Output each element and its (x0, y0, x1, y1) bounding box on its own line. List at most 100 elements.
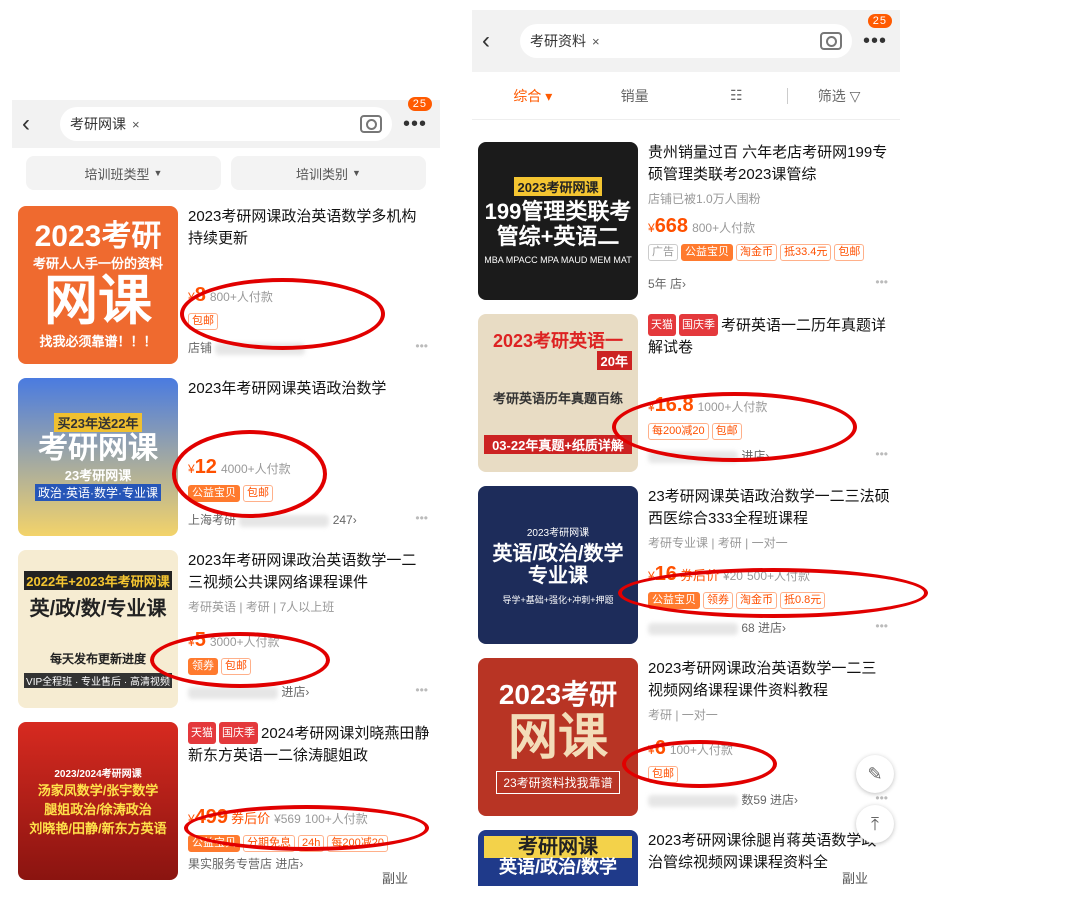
tag: 公益宝贝 (648, 592, 700, 609)
tag: 淘金币 (736, 244, 777, 261)
sort-sales[interactable]: 销量 (584, 86, 686, 106)
paid-count: 1000+人付款 (697, 400, 768, 414)
tag: 公益宝贝 (681, 244, 733, 261)
price: 8 (194, 284, 206, 306)
clear-chip-icon[interactable]: × (592, 34, 600, 49)
clear-chip-icon[interactable]: × (132, 117, 140, 132)
price: 16 (654, 563, 677, 585)
tag: 淘金币 (736, 592, 777, 609)
product-image[interactable]: 2023考研 考研人人手一份的资料 网课 找我必须靠谱！！！ (18, 206, 178, 364)
layout-toggle-icon[interactable]: ☷ (686, 87, 788, 104)
more-icon[interactable]: ••• 25 (860, 13, 892, 53)
price: 16.8 (654, 394, 694, 416)
paid-count: 800+人付款 (209, 290, 273, 304)
product-image[interactable]: 2023考研 网课 23考研资料找我靠谱 (478, 658, 638, 816)
product-title[interactable]: 2023考研网课政治英语数学多机构持续更新 (188, 206, 430, 250)
tmall-badge: 天猫 (648, 314, 676, 336)
filter-class-type[interactable]: 培训班类型 ▼ (26, 156, 221, 190)
promo-badge: 国庆季 (219, 722, 258, 744)
coupon-label: 券后价 (679, 568, 719, 583)
more-icon[interactable]: ••• 25 (400, 96, 432, 136)
search-chip[interactable]: 考研网课 (70, 114, 126, 134)
product-card[interactable]: 2023考研网课 199管理类联考 管综+英语二 MBA MPACC MPA M… (472, 134, 900, 306)
product-title[interactable]: 天猫 国庆季 2024考研网课刘晓燕田静新东方英语一二徐涛腿姐政 (188, 722, 430, 766)
more-options-icon[interactable]: ••• (875, 791, 888, 805)
tag: 包邮 (243, 485, 273, 502)
product-title[interactable]: 2023年考研网课英语政治数学 (188, 378, 430, 400)
tag: 包邮 (834, 244, 865, 261)
search-chip[interactable]: 考研资料 (530, 31, 586, 51)
filter-category[interactable]: 培训类别 ▼ (231, 156, 426, 190)
product-card[interactable]: 买23年送22年 考研网课 23考研网课 政治·英语·数学·专业课 2023年考… (12, 370, 440, 542)
watermark: 副业 (382, 871, 409, 886)
shop-link[interactable]: 进店› ••• (648, 447, 890, 464)
back-icon[interactable]: ‹ (22, 110, 52, 138)
right-screenshot: ‹ 考研资料 × ••• 25 综合 ▾ 销量 ☷ 筛选 ▽ 2023考研网课 1… (472, 10, 928, 900)
ad-tag: 广告 (648, 244, 678, 261)
filter-bar: 培训班类型 ▼ 培训类别 ▼ (12, 148, 440, 198)
product-image[interactable]: 考研网课 英语/政治/数学 (478, 830, 638, 886)
product-image[interactable]: 2023/2024考研网课 汤家凤数学/张宇数学 腿姐政治/徐涛政治 刘晓艳/田… (18, 722, 178, 880)
back-icon[interactable]: ‹ (482, 27, 512, 55)
product-meta: 考研英语 | 考研 | 7人以上班 (188, 600, 335, 614)
product-card[interactable]: 2023考研英语一 20年 考研英语历年真题百练 03-22年真题+纸质详解 天… (472, 306, 900, 478)
tag: 抵33.4元 (780, 244, 832, 261)
tag: 抵0.8元 (780, 592, 826, 609)
paid-count: 500+人付款 (746, 569, 811, 583)
more-options-icon[interactable]: ••• (875, 275, 888, 289)
paid-count: 800+人付款 (692, 221, 756, 235)
paid-count: 3000+人付款 (209, 635, 280, 649)
back-to-top-icon[interactable]: ⤒ (856, 805, 894, 843)
more-options-icon[interactable]: ••• (415, 339, 428, 353)
tag: 每200减20 (648, 423, 709, 440)
product-title[interactable]: 贵州销量过百 六年老店考研网199专硕管理类联考2023课管综 (648, 142, 890, 186)
product-image[interactable]: 买23年送22年 考研网课 23考研网课 政治·英语·数学·专业课 (18, 378, 178, 536)
price: 5 (194, 629, 206, 651)
sort-comprehensive[interactable]: 综合 ▾ (482, 86, 584, 106)
price: 668 (654, 215, 689, 237)
search-bar: ‹ 考研资料 × ••• 25 (472, 10, 900, 72)
more-options-icon[interactable]: ••• (415, 683, 428, 697)
shop-link[interactable]: 店铺 ••• (188, 339, 430, 356)
shop-fans: 店铺已被1.0万人围粉 (648, 192, 761, 206)
shop-link[interactable]: 68 进店› ••• (648, 619, 890, 636)
tag: 包邮 (188, 313, 218, 330)
more-options-icon[interactable]: ••• (875, 619, 888, 633)
product-title[interactable]: 天猫 国庆季 考研英语一二历年真题详解试卷 (648, 314, 890, 358)
product-title[interactable]: 23考研网课英语政治数学一二三法硕西医综合333全程班课程 (648, 486, 890, 530)
shop-link[interactable]: 进店› ••• (188, 683, 430, 700)
product-card[interactable]: 2023考研 考研人人手一份的资料 网课 找我必须靠谱！！！ 2023考研网课政… (12, 198, 440, 370)
promo-badge: 国庆季 (679, 314, 718, 336)
tag: 每200减20 (327, 835, 388, 852)
feedback-icon[interactable]: ✎ (856, 755, 894, 793)
search-input[interactable]: 考研资料 × (520, 24, 852, 58)
dropdown-icon: ▼ (153, 168, 163, 178)
more-options-icon[interactable]: ••• (875, 447, 888, 461)
search-input[interactable]: 考研网课 × (60, 107, 392, 141)
product-card[interactable]: 2023考研网课 英语/政治/数学 专业课 导学+基础+强化+冲刺+押题 23考… (472, 478, 900, 650)
product-card[interactable]: 2023/2024考研网课 汤家凤数学/张宇数学 腿姐政治/徐涛政治 刘晓艳/田… (12, 714, 440, 886)
tag: 24h (298, 835, 325, 852)
product-image[interactable]: 2022年+2023年考研网课 英/政/数/专业课 每天发布更新进度 VIP全程… (18, 550, 178, 708)
price: 12 (194, 456, 217, 478)
paid-count: 100+人付款 (304, 812, 368, 826)
coupon-label: 券后价 (231, 811, 271, 826)
shop-link[interactable]: 5年 店› ••• (648, 275, 890, 292)
camera-icon[interactable] (360, 115, 382, 133)
product-title[interactable]: 2023年考研网课政治英语数学一二三视频公共课网络课程课件 (188, 550, 430, 594)
product-title[interactable]: 2023考研网课政治英语数学一二三视频网络课程课件资料教程 (648, 658, 890, 702)
paid-count: 100+人付款 (669, 743, 733, 757)
product-image[interactable]: 2023考研网课 199管理类联考 管综+英语二 MBA MPACC MPA M… (478, 142, 638, 300)
left-screenshot: ‹ 考研网课 × ••• 25 培训班类型 ▼ 培训类别 ▼ 2023考研 考研人人手… (12, 96, 440, 900)
product-image[interactable]: 2023考研网课 英语/政治/数学 专业课 导学+基础+强化+冲刺+押题 (478, 486, 638, 644)
product-card[interactable]: 考研网课 英语/政治/数学 2023考研网课徐腿肖蒋英语数学政治管综视频网课课程… (472, 822, 900, 886)
product-image[interactable]: 2023考研英语一 20年 考研英语历年真题百练 03-22年真题+纸质详解 (478, 314, 638, 472)
tag: 分期免息 (243, 835, 295, 852)
more-options-icon[interactable]: ••• (415, 511, 428, 525)
product-card[interactable]: 2022年+2023年考研网课 英/政/数/专业课 每天发布更新进度 VIP全程… (12, 542, 440, 714)
shop-link[interactable]: 上海考研 247› ••• (188, 511, 430, 528)
shop-link[interactable]: 数59 进店› ••• (648, 791, 890, 808)
camera-icon[interactable] (820, 32, 842, 50)
product-card[interactable]: 2023考研 网课 23考研资料找我靠谱 2023考研网课政治英语数学一二三视频… (472, 650, 900, 822)
filter-button[interactable]: 筛选 ▽ (788, 86, 890, 106)
